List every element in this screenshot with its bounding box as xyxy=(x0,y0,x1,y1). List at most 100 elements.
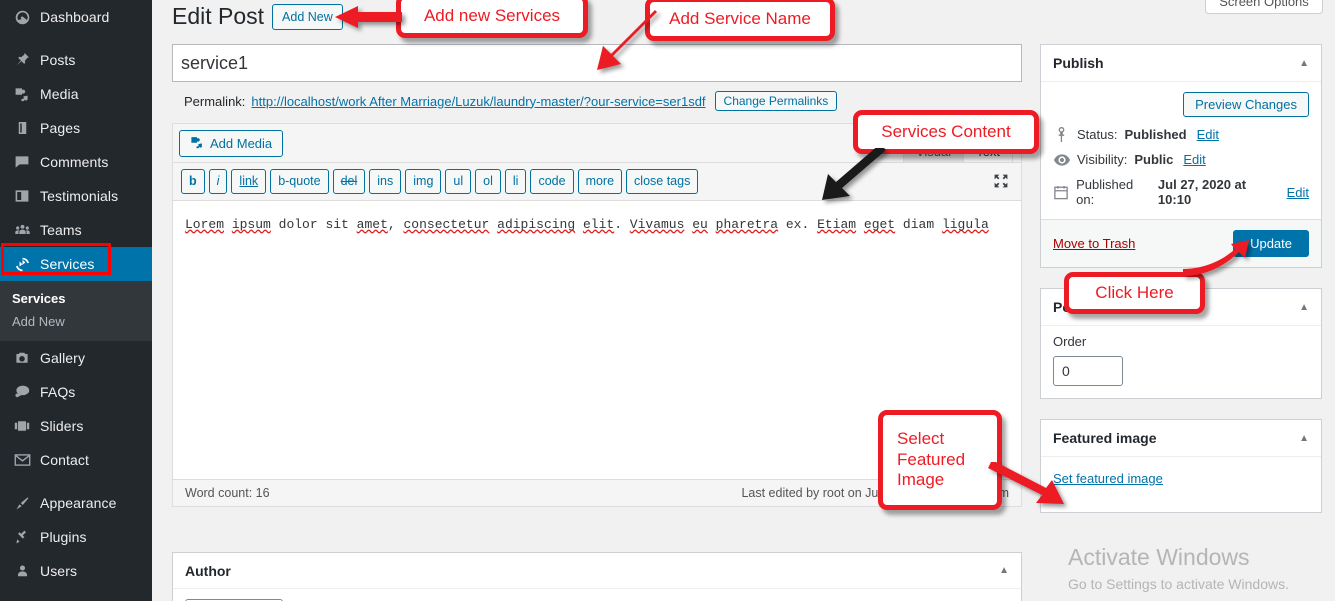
post-attributes-header[interactable]: Post Attributes ▲ xyxy=(1041,289,1321,325)
post-published-label: Published on: xyxy=(1076,177,1134,207)
post-published-value: Jul 27, 2020 at 10:10 xyxy=(1157,177,1247,207)
sidebar-item-services[interactable]: Services xyxy=(0,247,152,281)
add-new-button[interactable]: Add New xyxy=(272,4,343,30)
team-icon xyxy=(10,222,34,238)
featured-image-title: Featured image xyxy=(1053,430,1157,446)
author-postbox: Author ▲ xyxy=(172,552,1022,601)
post-visibility-row: Visibility: Public Edit xyxy=(1053,152,1309,167)
post-content-textarea[interactable]: Lorem ipsum dolor sit amet, consectetur … xyxy=(173,200,1021,479)
page-title: Edit Post xyxy=(172,3,265,30)
post-title-input[interactable]: service1 xyxy=(172,44,1022,82)
sidebar-item-posts[interactable]: Posts xyxy=(0,43,152,77)
quicktag-ul[interactable]: ul xyxy=(445,169,472,194)
tab-text[interactable]: Text xyxy=(963,138,1013,163)
sidebar-item-testimonials[interactable]: Testimonials xyxy=(0,179,152,213)
sidebar-item-appearance[interactable]: Appearance xyxy=(0,486,152,520)
sidebar-item-label: Appearance xyxy=(40,495,117,511)
move-to-trash-link[interactable]: Move to Trash xyxy=(1053,236,1135,251)
quicktag-link[interactable]: link xyxy=(231,169,267,194)
chevron-up-icon[interactable]: ▲ xyxy=(1299,302,1309,313)
quicktag-del[interactable]: del xyxy=(332,169,366,194)
word-count: Word count: 16 xyxy=(185,485,270,500)
permalink-row: Permalink: http://localhost/work After M… xyxy=(172,91,1022,111)
sidebar-item-sliders[interactable]: Sliders xyxy=(0,409,152,443)
screen-options-button[interactable]: Screen Options xyxy=(1205,0,1323,14)
sidebar-item-label: Dashboard xyxy=(40,9,110,25)
edit-visibility-link[interactable]: Edit xyxy=(1183,152,1205,167)
post-visibility-label: Visibility: xyxy=(1077,152,1128,167)
sidebar-item-label: Posts xyxy=(40,52,76,68)
sidebar-item-plugins[interactable]: Plugins xyxy=(0,520,152,554)
submenu-item-label: Add New xyxy=(12,314,65,329)
sidebar-item-media[interactable]: Media xyxy=(0,77,152,111)
chevron-up-icon[interactable]: ▲ xyxy=(1299,58,1309,69)
admin-sidebar: Dashboard Posts Media Pages Comments Tes… xyxy=(0,0,152,601)
add-media-button[interactable]: Add Media xyxy=(179,129,284,157)
sidebar-item-label: Plugins xyxy=(40,529,87,545)
submenu-item-services[interactable]: Services xyxy=(0,287,152,310)
camera-icon xyxy=(10,350,34,366)
page-icon xyxy=(10,120,34,136)
quicktag-img[interactable]: img xyxy=(405,169,442,194)
quicktag-ol[interactable]: ol xyxy=(475,169,501,194)
change-permalinks-button[interactable]: Change Permalinks xyxy=(714,91,838,111)
sidebar-item-comments[interactable]: Comments xyxy=(0,145,152,179)
post-attributes-title: Post Attributes xyxy=(1053,299,1153,315)
chevron-up-icon[interactable]: ▲ xyxy=(999,565,1009,576)
brush-icon xyxy=(10,495,34,511)
preview-changes-button[interactable]: Preview Changes xyxy=(1183,92,1309,117)
fullscreen-icon[interactable] xyxy=(993,173,1009,189)
editor-mode-tabs: Visual Text xyxy=(902,138,1013,163)
order-input[interactable]: 0 xyxy=(1053,356,1123,386)
mail-icon xyxy=(10,453,34,467)
author-postbox-body xyxy=(173,589,1021,601)
submenu-item-add-new[interactable]: Add New xyxy=(0,310,152,333)
sidebar-item-teams[interactable]: Teams xyxy=(0,213,152,247)
sidebar-item-pages[interactable]: Pages xyxy=(0,111,152,145)
sidebar-item-label: Media xyxy=(40,86,79,102)
edit-published-link[interactable]: Edit xyxy=(1287,185,1309,200)
chevron-up-icon[interactable]: ▲ xyxy=(1299,433,1309,444)
sidebar-item-label: Contact xyxy=(40,452,89,468)
quicktag-close-tags[interactable]: close tags xyxy=(626,169,699,194)
permalink-label: Permalink: xyxy=(184,93,246,109)
permalink-link[interactable]: http://localhost/work After Marriage/Luz… xyxy=(251,94,705,109)
wordpress-admin-screen: Dashboard Posts Media Pages Comments Tes… xyxy=(0,0,1335,601)
comment-icon xyxy=(10,154,34,170)
featured-image-postbox: Featured image ▲ Set featured image xyxy=(1040,419,1322,513)
quicktag-b[interactable]: b xyxy=(181,169,205,194)
update-button[interactable]: Update xyxy=(1233,230,1309,257)
featured-image-header[interactable]: Featured image ▲ xyxy=(1041,420,1321,456)
sidebar-item-label: Users xyxy=(40,563,78,579)
publish-postbox-body: Preview Changes Status: Published Edit V… xyxy=(1041,81,1321,219)
sidebar-item-dashboard[interactable]: Dashboard xyxy=(0,0,152,34)
edit-status-link[interactable]: Edit xyxy=(1197,127,1219,142)
sidebar-item-label: Pages xyxy=(40,120,81,136)
quicktag-i[interactable]: i xyxy=(208,169,228,194)
publish-postbox-header[interactable]: Publish ▲ xyxy=(1041,45,1321,81)
set-featured-image-link[interactable]: Set featured image xyxy=(1053,465,1163,500)
quicktag-more[interactable]: more xyxy=(577,169,623,194)
quicktag-code[interactable]: code xyxy=(530,169,574,194)
media-icon xyxy=(190,135,204,152)
sidebar-item-gallery[interactable]: Gallery xyxy=(0,341,152,375)
author-postbox-header[interactable]: Author ▲ xyxy=(173,553,1021,589)
order-label: Order xyxy=(1053,334,1087,349)
sidebar-item-users[interactable]: Users xyxy=(0,554,152,588)
post-visibility-value: Public xyxy=(1134,152,1174,167)
featured-image-body: Set featured image xyxy=(1041,456,1321,512)
services-icon xyxy=(10,256,34,273)
quicktag-li[interactable]: li xyxy=(504,169,527,194)
quicktag-ins[interactable]: ins xyxy=(369,169,402,194)
major-publishing-actions: Move to Trash Update xyxy=(1041,219,1321,267)
submenu-item-label: Services xyxy=(12,291,66,306)
sidebar-item-label: FAQs xyxy=(40,384,76,400)
user-icon xyxy=(10,563,34,579)
sidebar-item-contact[interactable]: Contact xyxy=(0,443,152,477)
sidebar-item-faqs[interactable]: FAQs xyxy=(0,375,152,409)
editor-status-bar: Word count: 16 Last edited by root on Ju… xyxy=(173,478,1021,506)
publish-postbox-title: Publish xyxy=(1053,55,1104,71)
tab-visual[interactable]: Visual xyxy=(902,138,965,163)
quicktag-b-quote[interactable]: b-quote xyxy=(270,169,329,194)
faq-icon xyxy=(10,384,34,400)
